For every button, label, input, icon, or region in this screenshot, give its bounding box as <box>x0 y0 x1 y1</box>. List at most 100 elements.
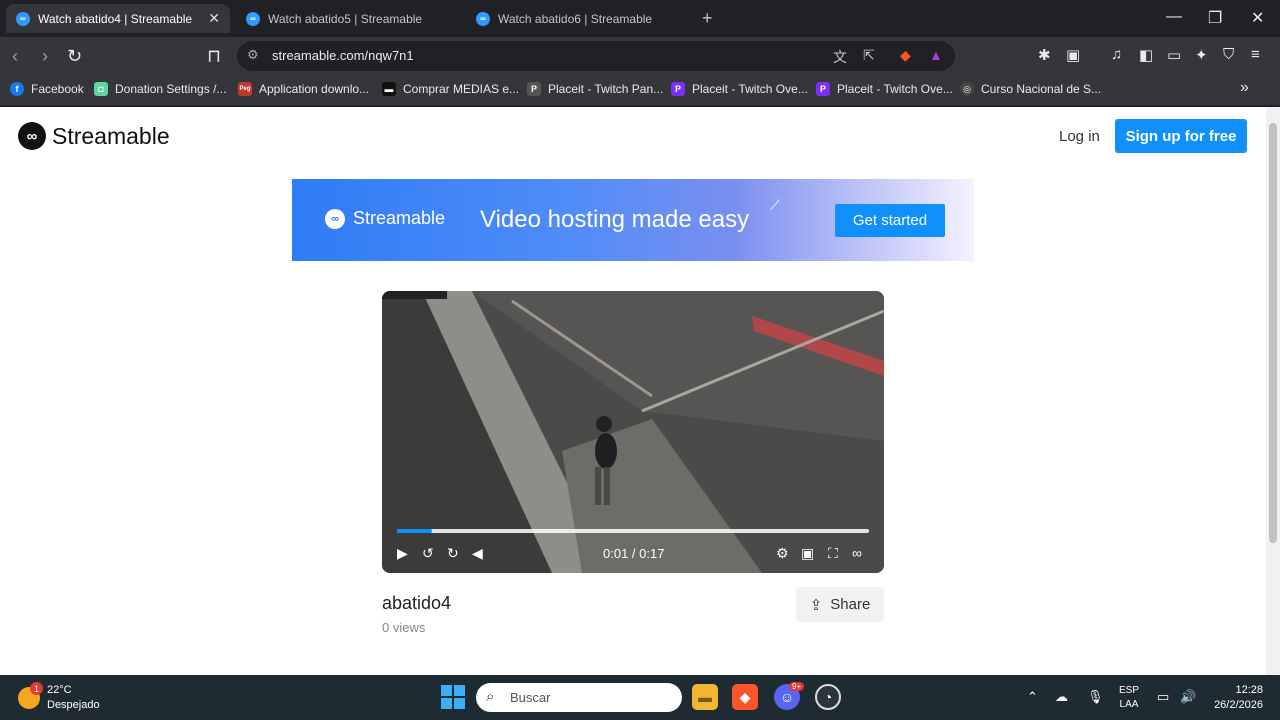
streamable-logo-icon[interactable]: ∞ <box>852 545 862 561</box>
weather-widget[interactable]: 1 22°C Despejado <box>18 682 100 713</box>
onedrive-icon[interactable]: ☁ <box>1055 689 1068 705</box>
taskbar-search[interactable]: ⌕ Buscar <box>476 683 682 712</box>
speaker-icon[interactable]: 🔊 <box>1180 689 1196 705</box>
tab-abatido4[interactable]: ∞ Watch abatido4 | Streamable ✕ <box>6 4 230 33</box>
sidebar-icon[interactable]: ◧ <box>1139 46 1153 64</box>
language-indicator[interactable]: ESP LAA <box>1119 684 1139 712</box>
bookmark-label: Application downlo... <box>259 82 370 96</box>
bookmark-item[interactable]: ◎ Curso Nacional de S... <box>960 82 1101 96</box>
login-link[interactable]: Log in <box>1059 128 1100 145</box>
site-info-icon[interactable]: ⚙ <box>247 47 259 63</box>
brave-rewards-icon[interactable]: ▲ <box>929 47 943 63</box>
store-icon: ▬ <box>382 82 396 96</box>
new-tab-button[interactable]: + <box>702 8 713 29</box>
tab-abatido5[interactable]: ∞ Watch abatido5 | Streamable <box>236 4 458 33</box>
settings-icon[interactable]: ⚙ <box>776 545 789 562</box>
play-icon[interactable]: ▶ <box>397 545 408 562</box>
minimize-icon[interactable]: — <box>1166 8 1182 26</box>
window-close-icon[interactable]: ✕ <box>1251 8 1264 28</box>
tab-close-icon[interactable]: ✕ <box>208 10 220 27</box>
tab-abatido6[interactable]: ∞ Watch abatido6 | Streamable <box>466 4 688 33</box>
forward-skip-icon[interactable]: ↻ <box>447 545 459 562</box>
bookmark-label: Donation Settings /... <box>115 82 227 96</box>
bookmark-item[interactable]: f Facebook <box>10 82 84 96</box>
url-text[interactable]: streamable.com/nqw7n1 <box>272 48 414 63</box>
tray-overflow-icon[interactable]: ⌃ <box>1027 689 1038 705</box>
streamable-favicon-icon: ∞ <box>476 11 490 26</box>
reader-icon[interactable]: ▣ <box>1066 46 1080 64</box>
streamable-favicon-icon: ∞ <box>246 11 260 26</box>
sparkle-icon: ⟋ <box>770 197 780 213</box>
placeit-icon: P <box>527 82 541 96</box>
brand-name: Streamable <box>52 122 170 149</box>
browser-toolbar: ‹ › ↻ ⊓ ⚙ streamable.com/nqw7n1 文 ⇱ ◆ ▲ … <box>0 37 1280 75</box>
bookmark-label: Comprar MEDIAS e... <box>403 82 520 96</box>
music-icon[interactable]: ♫ <box>1111 46 1122 63</box>
file-explorer-icon[interactable]: ▬ <box>692 684 718 710</box>
signup-button[interactable]: Sign up for free <box>1115 119 1247 153</box>
lang-line1: ESP <box>1119 685 1140 696</box>
streamelements-icon: ◘ <box>94 82 108 96</box>
notification-badge: 1 <box>30 682 43 695</box>
bookmark-item[interactable]: P Placeit - Twitch Ove... <box>816 82 953 96</box>
video-progress-fill <box>397 529 433 533</box>
video-progress-bar[interactable] <box>397 529 869 533</box>
microphone-icon[interactable]: 🎙 <box>1087 689 1104 705</box>
tab-title: Watch abatido5 | Streamable <box>268 11 423 26</box>
video-player[interactable]: ▶ ↺ ↻ ◀ 0:01 / 0:17 ⚙ ▣ ⛶ ∞ <box>382 291 884 573</box>
picture-in-picture-icon[interactable]: ▣ <box>801 545 814 562</box>
rewind-icon[interactable]: ↺ <box>422 545 434 562</box>
brave-shields-icon[interactable]: ◆ <box>900 47 911 64</box>
streamable-favicon-icon: ∞ <box>16 11 30 26</box>
video-time: 0:01 / 0:17 <box>603 546 665 561</box>
page-scrollbar[interactable] <box>1266 107 1280 675</box>
search-placeholder: Buscar <box>510 690 551 705</box>
wallet-icon[interactable]: ▭ <box>1167 46 1181 64</box>
brave-browser-icon[interactable]: ◆ <box>732 684 758 710</box>
menu-icon[interactable]: ≡ <box>1251 46 1260 63</box>
clock-time: 12:28 <box>1235 684 1263 696</box>
address-bar[interactable]: ⚙ streamable.com/nqw7n1 文 ⇱ ◆ ▲ <box>237 41 955 71</box>
promo-banner[interactable]: ∞ Streamable Video hosting made easy ⟋ G… <box>292 179 974 261</box>
bookmark-label: Placeit - Twitch Ove... <box>837 82 953 96</box>
bookmark-item[interactable]: ◘ Donation Settings /... <box>94 82 226 96</box>
discord-badge: 9+ <box>789 682 805 691</box>
banner-logo: ∞ Streamable <box>325 208 445 229</box>
share-icon: ⇪ <box>809 596 823 614</box>
bookmark-icon[interactable]: ⊓ <box>207 46 221 67</box>
restore-icon[interactable]: ❐ <box>1208 8 1222 28</box>
weather-sun-icon: 1 <box>18 682 43 709</box>
share-button[interactable]: ⇪ Share <box>796 587 884 622</box>
streamable-logo[interactable]: ∞ Streamable <box>18 122 170 150</box>
reload-icon[interactable]: ↻ <box>67 46 82 67</box>
bookmark-item[interactable]: Peg Application downlo... <box>238 82 369 96</box>
peg-icon: Peg <box>238 82 252 96</box>
bookmark-item[interactable]: P Placeit - Twitch Pan... <box>527 82 663 96</box>
streamable-logo-icon: ∞ <box>18 122 46 150</box>
weather-text: 22°C Despejado <box>47 683 100 713</box>
facebook-icon: f <box>10 82 24 96</box>
placeit-icon: P <box>816 82 830 96</box>
network-icon[interactable]: ▭ <box>1157 689 1169 705</box>
translate-icon[interactable]: 文 <box>833 47 847 67</box>
fullscreen-icon[interactable]: ⛶ <box>828 545 838 562</box>
leo-ai-icon[interactable]: ✦ <box>1195 46 1208 64</box>
scrollbar-thumb[interactable] <box>1269 123 1277 543</box>
vpn-icon[interactable]: ⛉ <box>1223 46 1234 63</box>
bookmarks-overflow-icon[interactable]: » <box>1240 79 1249 97</box>
bookmark-item[interactable]: P Placeit - Twitch Ove... <box>671 82 808 96</box>
app-icon[interactable]: ◔ <box>815 684 841 710</box>
browser-tab-strip: ∞ Watch abatido4 | Streamable ✕ ∞ Watch … <box>0 0 1280 37</box>
back-icon[interactable]: ‹ <box>12 46 18 67</box>
forward-icon[interactable]: › <box>42 46 48 67</box>
share-page-icon[interactable]: ⇱ <box>863 47 875 64</box>
search-icon: ⌕ <box>486 688 495 705</box>
lang-line2: LAA <box>1119 699 1139 710</box>
extensions-icon[interactable]: ✱ <box>1038 46 1051 64</box>
system-clock[interactable]: 12:28 26/2/2026 <box>1208 683 1263 713</box>
video-title: abatido4 <box>382 593 452 613</box>
bookmark-item[interactable]: ▬ Comprar MEDIAS e... <box>382 82 519 96</box>
volume-icon[interactable]: ◀ <box>472 545 483 562</box>
windows-start-icon[interactable] <box>441 685 465 709</box>
get-started-button[interactable]: Get started <box>835 204 945 237</box>
